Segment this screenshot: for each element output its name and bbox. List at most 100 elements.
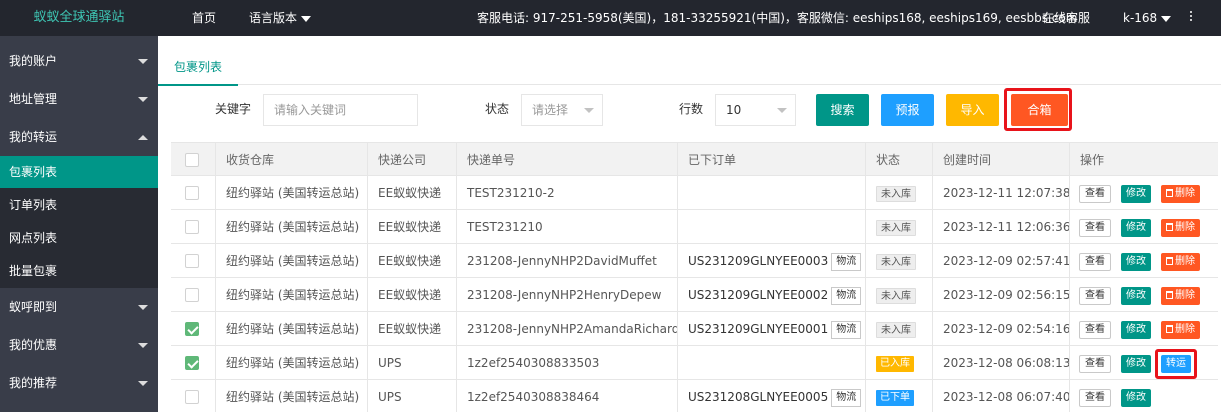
logistics-button[interactable]: 物流 xyxy=(831,320,862,339)
row-checkbox-checked[interactable] xyxy=(185,356,199,370)
edit-button[interactable]: 修改 xyxy=(1121,287,1151,305)
sidebar-item-address[interactable]: 地址管理 xyxy=(0,80,158,118)
cell-created: 2023-12-09 02:54:16 xyxy=(932,312,1069,346)
view-button[interactable]: 查看 xyxy=(1079,185,1111,203)
row-checkbox-cell[interactable] xyxy=(171,278,215,312)
order-number[interactable]: US231208GLNYEE0005 xyxy=(688,390,828,404)
edit-button[interactable]: 修改 xyxy=(1121,219,1151,237)
preview-button[interactable]: 预报 xyxy=(881,94,934,126)
cell-warehouse: 纽约驿站 (美国转运总站) xyxy=(215,210,367,244)
table-row: 纽约驿站 (美国转运总站) UPS 1z2ef2540308838464 US2… xyxy=(171,380,1218,412)
rows-select[interactable]: 10 xyxy=(715,94,796,126)
view-button[interactable]: 查看 xyxy=(1079,355,1111,373)
cell-courier: EE蚁蚁快递 xyxy=(367,278,456,312)
sidebar-item-label: 我的推荐 xyxy=(9,376,58,390)
delete-button[interactable]: 删除 xyxy=(1161,321,1200,339)
cell-created: 2023-12-09 02:57:41 xyxy=(932,244,1069,278)
trash-icon xyxy=(1166,257,1173,265)
sidebar-item-outlet-list[interactable]: 网点列表 xyxy=(0,222,158,254)
sidebar-item-package-list[interactable]: 包裹列表 xyxy=(0,156,158,188)
edit-button[interactable]: 修改 xyxy=(1121,389,1151,407)
import-button[interactable]: 导入 xyxy=(946,94,999,126)
edit-button[interactable]: 修改 xyxy=(1121,185,1151,203)
search-button[interactable]: 搜索 xyxy=(816,94,869,126)
transfer-button-highlight xyxy=(1155,349,1197,379)
row-checkbox-cell[interactable] xyxy=(171,210,215,244)
sidebar-item-transfer[interactable]: 我的转运 xyxy=(0,118,158,156)
delete-button[interactable]: 删除 xyxy=(1161,219,1200,237)
row-checkbox-checked[interactable] xyxy=(185,322,199,336)
logistics-button[interactable]: 物流 xyxy=(831,388,862,407)
order-number[interactable]: US231209GLNYEE0001 xyxy=(688,322,828,336)
row-checkbox[interactable] xyxy=(185,390,199,404)
keyword-label: 关键字 xyxy=(215,102,252,116)
row-checkbox-cell[interactable] xyxy=(171,244,215,278)
cell-status: 未入库 xyxy=(865,176,932,210)
table-row: 纽约驿站 (美国转运总站) UPS 1z2ef2540308833503 已入库… xyxy=(171,346,1218,380)
delete-button[interactable]: 删除 xyxy=(1161,185,1200,203)
view-button[interactable]: 查看 xyxy=(1079,253,1111,271)
rows-select-value: 10 xyxy=(726,103,742,117)
site-logo[interactable]: 蚁蚁全球通驿站 xyxy=(0,0,158,36)
view-button[interactable]: 查看 xyxy=(1079,287,1111,305)
logistics-button[interactable]: 物流 xyxy=(831,252,862,271)
cell-actions: 查看 修改 删除 xyxy=(1069,176,1218,210)
cell-status: 已入库 xyxy=(865,346,932,380)
select-all-checkbox[interactable] xyxy=(185,153,199,167)
sidebar-item-pickup[interactable]: 蚁呼即到 xyxy=(0,288,158,326)
nav-language[interactable]: 语言版本 xyxy=(249,0,312,36)
delete-label: 删除 xyxy=(1175,324,1195,335)
order-number[interactable]: US231209GLNYEE0002 xyxy=(688,288,828,302)
cell-created: 2023-12-08 06:07:40 xyxy=(932,380,1069,412)
edit-button[interactable]: 修改 xyxy=(1121,253,1151,271)
cell-order: US231209GLNYEE0002 物流 xyxy=(677,278,865,312)
cell-order: US231209GLNYEE0003 物流 xyxy=(677,244,865,278)
keyword-input[interactable] xyxy=(263,94,418,126)
cell-created: 2023-12-11 12:06:36 xyxy=(932,210,1069,244)
cell-tracking: 231208-JennyNHP2DavidMuffet xyxy=(456,244,677,278)
delete-button[interactable]: 删除 xyxy=(1161,287,1200,305)
row-checkbox-cell[interactable] xyxy=(171,312,215,346)
sidebar-item-batch-package[interactable]: 批量包裹 xyxy=(0,255,158,287)
sidebar-item-referral[interactable]: 我的推荐 xyxy=(0,364,158,402)
header-checkbox-cell[interactable] xyxy=(171,143,215,177)
cell-courier: EE蚁蚁快递 xyxy=(367,210,456,244)
row-checkbox-cell[interactable] xyxy=(171,380,215,412)
tab-package-list[interactable]: 包裹列表 xyxy=(158,42,238,86)
cell-tracking: 1z2ef2540308838464 xyxy=(456,380,677,412)
cell-status: 未入库 xyxy=(865,312,932,346)
sidebar-item-order-list[interactable]: 订单列表 xyxy=(0,189,158,221)
row-checkbox[interactable] xyxy=(185,220,199,234)
logistics-button[interactable]: 物流 xyxy=(831,286,862,305)
delete-label: 删除 xyxy=(1175,256,1195,267)
edit-button[interactable]: 修改 xyxy=(1121,321,1151,339)
row-checkbox[interactable] xyxy=(185,288,199,302)
view-button[interactable]: 查看 xyxy=(1079,389,1111,407)
nav-online-service[interactable]: 在线客服 xyxy=(1042,0,1090,36)
user-menu[interactable]: k-168 xyxy=(1123,0,1172,36)
sidebar-item-account[interactable]: 我的账户 xyxy=(0,42,158,80)
header-order: 已下订单 xyxy=(677,143,865,177)
edit-button[interactable]: 修改 xyxy=(1121,355,1151,373)
row-checkbox-cell[interactable] xyxy=(171,346,215,380)
cell-tracking: 231208-JennyNHP2HenryDepew xyxy=(456,278,677,312)
cell-courier: EE蚁蚁快递 xyxy=(367,176,456,210)
user-name: k-168 xyxy=(1123,11,1158,25)
cell-actions: 查看 修改 删除 xyxy=(1069,312,1218,346)
nav-home[interactable]: 首页 xyxy=(192,0,216,36)
order-number[interactable]: US231209GLNYEE0003 xyxy=(688,254,828,268)
trash-icon xyxy=(1166,325,1173,333)
view-button[interactable]: 查看 xyxy=(1079,219,1111,237)
chevron-down-icon xyxy=(301,15,312,22)
more-menu-icon[interactable] xyxy=(1188,9,1194,27)
row-checkbox[interactable] xyxy=(185,186,199,200)
status-select[interactable]: 请选择 xyxy=(521,94,603,126)
top-header: 蚁蚁全球通驿站 首页 语言版本 客服电话: 917-251-5958(美国)，1… xyxy=(0,0,1221,36)
row-checkbox[interactable] xyxy=(185,254,199,268)
delete-button[interactable]: 删除 xyxy=(1161,253,1200,271)
chevron-down-icon xyxy=(138,97,148,102)
cell-tracking: TEST231210 xyxy=(456,210,677,244)
sidebar-item-coupons[interactable]: 我的优惠 xyxy=(0,326,158,364)
view-button[interactable]: 查看 xyxy=(1079,321,1111,339)
row-checkbox-cell[interactable] xyxy=(171,176,215,210)
